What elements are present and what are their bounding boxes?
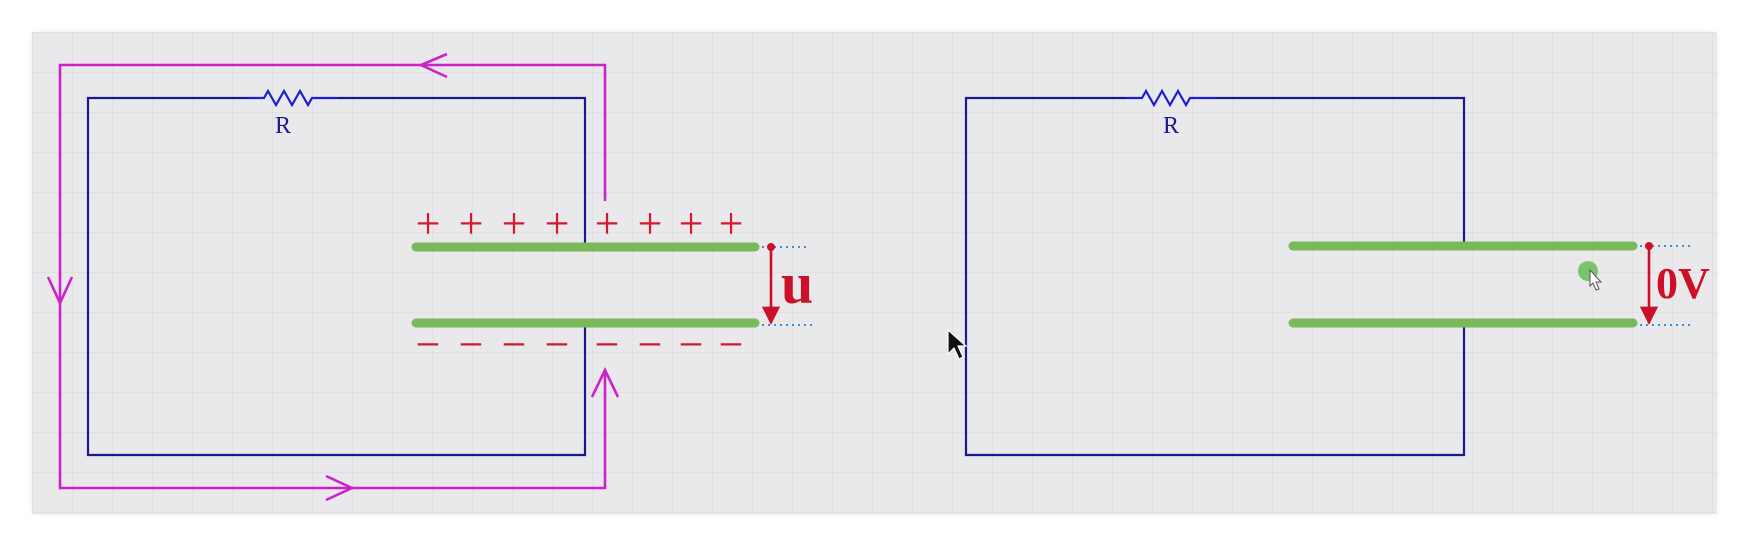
resistor-icon (247, 88, 338, 108)
right-circuit: R 0V (964, 88, 1710, 457)
current-path (58, 63, 607, 490)
circuit-diagram-svg: R + + + + + + + + − − − − − − − − u R 0V (46, 52, 1710, 502)
wire-top-right (1215, 96, 1466, 245)
resistor-label: R (1163, 113, 1179, 139)
resistor-icon (1126, 88, 1215, 108)
wire-top-left (86, 96, 587, 457)
plus-sign: + (638, 199, 663, 248)
voltage-label-u: u (781, 251, 813, 316)
left-circuit: R + + + + + + + + − − − − − − − − u (46, 52, 813, 502)
mouse-pointer-icon (947, 328, 968, 360)
plus-sign: + (595, 199, 620, 248)
plus-sign: + (679, 199, 704, 248)
plus-sign: + (459, 199, 484, 248)
current-flow-loop (46, 52, 620, 502)
minus-sign: − (719, 320, 744, 369)
plus-sign: + (416, 199, 441, 248)
resistor-label: R (275, 113, 291, 139)
minus-sign: − (502, 320, 527, 369)
minus-sign: − (416, 320, 441, 369)
minus-sign: − (459, 320, 484, 369)
plus-sign: + (719, 199, 744, 248)
wires-left (86, 88, 587, 457)
plus-sign: + (545, 199, 570, 248)
positive-charges: + + + + + + + + (416, 199, 744, 248)
plus-sign: + (502, 199, 527, 248)
minus-sign: − (545, 320, 570, 369)
diagram-stage: R + + + + + + + + − − − − − − − − u R 0V (0, 0, 1749, 546)
minus-sign: − (595, 320, 620, 369)
voltage-label-0v: 0V (1656, 259, 1710, 308)
wire-left-right (964, 96, 1466, 457)
minus-sign: − (679, 320, 704, 369)
minus-sign: − (638, 320, 663, 369)
wires-right (964, 88, 1466, 457)
